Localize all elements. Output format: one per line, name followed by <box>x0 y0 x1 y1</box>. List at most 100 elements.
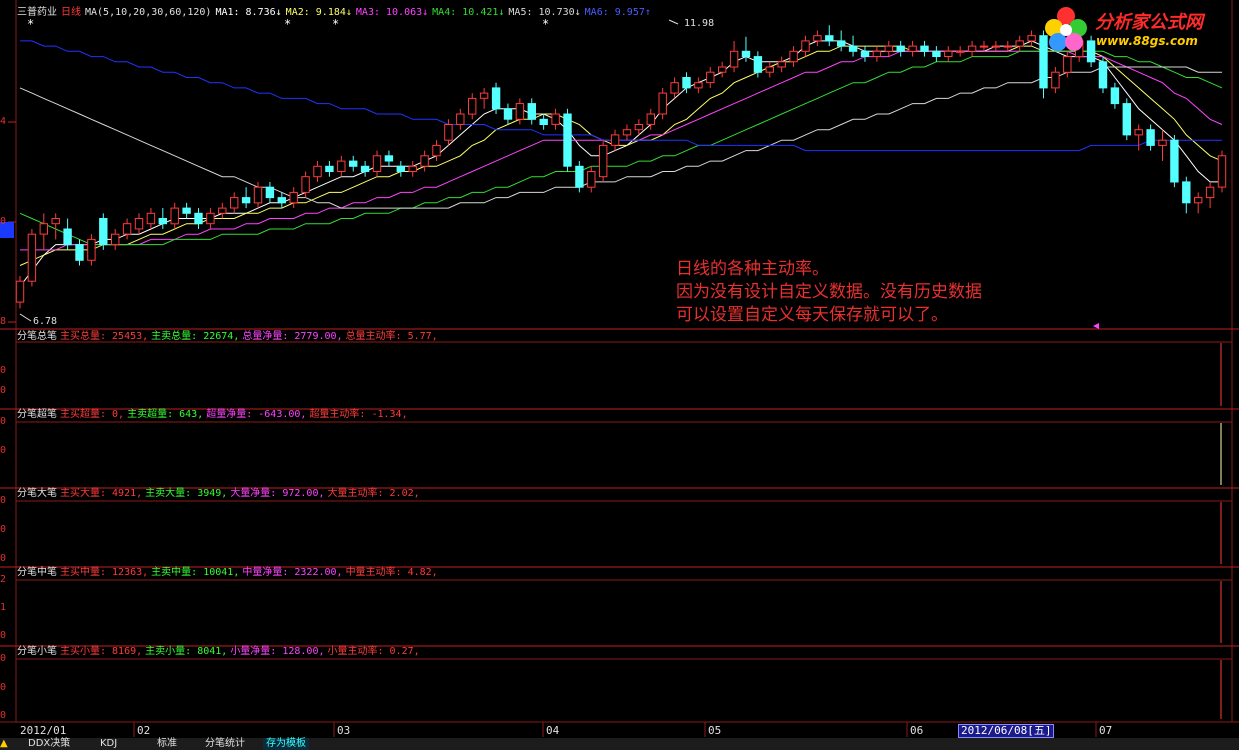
candle-body[interactable] <box>182 207 191 214</box>
candle-body[interactable] <box>1110 87 1120 105</box>
candle-body[interactable] <box>706 71 715 84</box>
candle-body[interactable] <box>1194 197 1203 204</box>
candle-body[interactable] <box>349 160 358 167</box>
candle-body[interactable] <box>218 207 227 214</box>
candle-body[interactable] <box>646 113 655 125</box>
candle-body[interactable] <box>1122 103 1131 136</box>
scroll-left-arrow-icon[interactable]: ▲ <box>0 738 14 750</box>
candle-body[interactable] <box>599 144 608 178</box>
candle-body[interactable] <box>337 160 346 173</box>
candle-body[interactable] <box>420 155 429 167</box>
candle-body[interactable] <box>908 45 917 52</box>
candle-body[interactable] <box>765 66 774 73</box>
candle-body[interactable] <box>729 50 739 68</box>
candle-body[interactable] <box>39 223 48 235</box>
candle-body[interactable] <box>75 244 84 261</box>
candle-body[interactable] <box>1158 139 1167 146</box>
candle-body[interactable] <box>932 50 941 57</box>
candle-body[interactable] <box>967 45 977 52</box>
candle-body[interactable] <box>801 40 810 52</box>
candle-body[interactable] <box>1205 186 1215 199</box>
candle-body[interactable] <box>444 124 453 141</box>
candle-body[interactable] <box>134 218 144 230</box>
candle-body[interactable] <box>837 40 846 47</box>
candle-body[interactable] <box>1051 71 1060 89</box>
kline-chart[interactable]: * * * * <box>0 0 1239 750</box>
candle-body[interactable] <box>111 233 120 246</box>
candle-body[interactable] <box>1098 61 1108 89</box>
candle-body[interactable] <box>777 61 786 68</box>
candle-body[interactable] <box>610 134 620 146</box>
tab-save-template[interactable]: 存为模板 <box>263 738 309 750</box>
candle-body[interactable] <box>503 108 513 120</box>
candle-body[interactable] <box>658 92 667 115</box>
candle-body[interactable] <box>63 228 72 246</box>
candle-body[interactable] <box>408 165 417 173</box>
candle-body[interactable] <box>872 50 882 57</box>
candle-body[interactable] <box>956 50 965 53</box>
candle-body[interactable] <box>1015 40 1024 47</box>
candle-body[interactable] <box>1182 181 1191 204</box>
candle-body[interactable] <box>682 77 691 89</box>
candle-body[interactable] <box>122 223 132 235</box>
candle-body[interactable] <box>587 171 596 188</box>
tab-kdj[interactable]: KDJ <box>100 738 117 750</box>
candle-body[interactable] <box>979 45 989 48</box>
candle-body[interactable] <box>146 212 156 225</box>
candle-body[interactable] <box>920 45 929 52</box>
candle-body[interactable] <box>15 280 25 303</box>
candle-body[interactable] <box>325 165 334 173</box>
candle-body[interactable] <box>848 45 858 52</box>
candle-body[interactable] <box>301 176 310 193</box>
candle-body[interactable] <box>313 165 322 178</box>
candle-body[interactable] <box>563 113 572 167</box>
candle-body[interactable] <box>622 129 632 136</box>
candle-body[interactable] <box>289 191 298 204</box>
candle-body[interactable] <box>51 218 60 225</box>
candle-body[interactable] <box>479 92 489 99</box>
candle-body[interactable] <box>741 50 751 57</box>
candle-body[interactable] <box>896 45 905 52</box>
candle-body[interactable] <box>384 155 394 162</box>
tab-standard[interactable]: 标准 <box>157 738 177 750</box>
candle-body[interactable] <box>718 66 727 73</box>
candle-body[interactable] <box>230 197 239 209</box>
candle-body[interactable] <box>456 113 465 125</box>
candle-body[interactable] <box>360 165 370 173</box>
candle-body[interactable] <box>1170 139 1179 183</box>
candle-body[interactable] <box>527 103 536 120</box>
period-label[interactable]: 日线 <box>61 7 81 18</box>
candle-body[interactable] <box>694 82 703 89</box>
candle-body[interactable] <box>539 118 548 126</box>
tab-tick-stats[interactable]: 分笔统计 <box>205 738 245 750</box>
candle-body[interactable] <box>158 218 168 225</box>
candle-body[interactable] <box>253 186 263 204</box>
candle-body[interactable] <box>372 155 382 173</box>
candle-body[interactable] <box>884 45 893 52</box>
candle-body[interactable] <box>468 97 477 115</box>
candle-body[interactable] <box>241 197 251 204</box>
candle-body[interactable] <box>194 212 203 225</box>
candle-body[interactable] <box>575 165 584 188</box>
candle-body[interactable] <box>265 186 275 199</box>
candle-body[interactable] <box>27 233 37 282</box>
candle-body[interactable] <box>551 113 560 125</box>
candle-body[interactable] <box>1134 129 1143 136</box>
candle-body[interactable] <box>99 218 108 246</box>
candle-body[interactable] <box>813 35 822 42</box>
candle-body[interactable] <box>1003 45 1012 48</box>
candle-body[interactable] <box>991 45 1001 48</box>
candle-body[interactable] <box>1217 155 1227 188</box>
candle-body[interactable] <box>87 238 96 261</box>
candle-body[interactable] <box>1063 56 1072 73</box>
candle-body[interactable] <box>1027 35 1036 42</box>
candle-body[interactable] <box>1146 129 1155 146</box>
candle-body[interactable] <box>432 144 441 157</box>
candle-body[interactable] <box>860 50 870 57</box>
candle-body[interactable] <box>825 35 834 42</box>
candle-body[interactable] <box>515 103 525 120</box>
candle-body[interactable] <box>944 50 953 57</box>
candle-body[interactable] <box>277 197 287 204</box>
candle-body[interactable] <box>170 207 179 225</box>
candle-body[interactable] <box>634 124 644 131</box>
